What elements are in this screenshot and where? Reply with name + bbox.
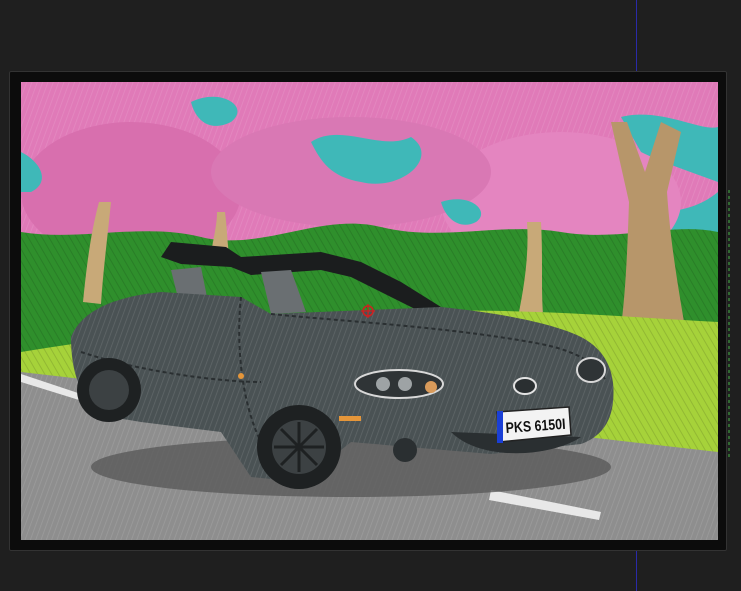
car-emblem [513,377,537,395]
embroidery-canvas[interactable]: PKS 6150I [0,0,741,591]
hoop-edge-guide [728,190,730,460]
crosshair-target-icon[interactable] [361,304,375,318]
headlight-right [576,357,606,383]
